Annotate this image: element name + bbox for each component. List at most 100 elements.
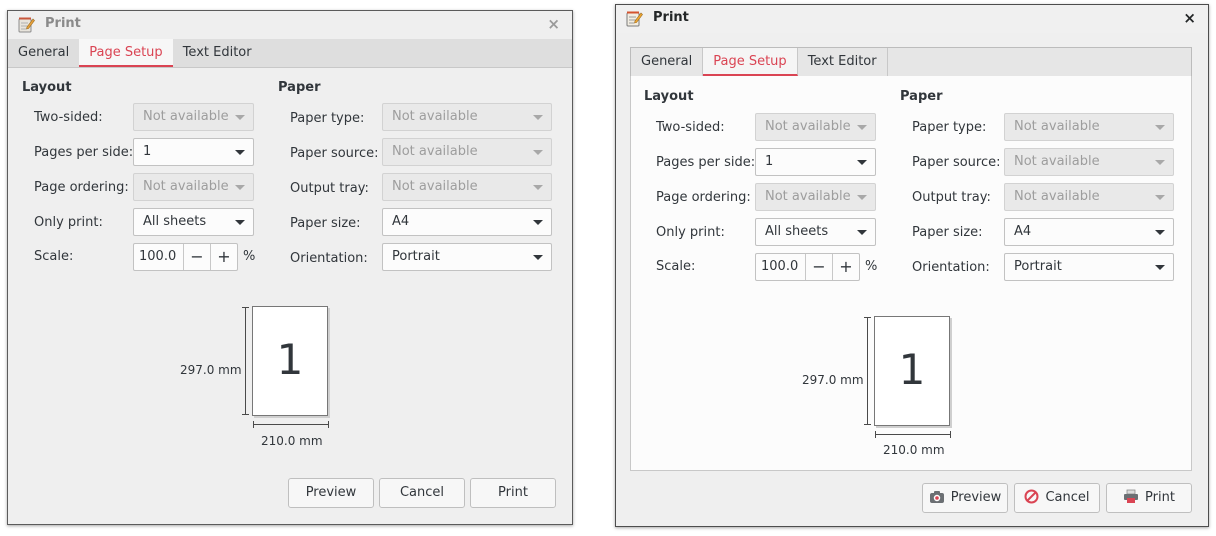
scale-decrement-button[interactable]: − [805, 254, 832, 280]
close-button[interactable]: × [1183, 9, 1196, 27]
page-height-label: 297.0 mm [802, 373, 864, 387]
scale-decrement-button[interactable]: − [183, 244, 210, 270]
output-tray-combo[interactable]: Not available [1004, 183, 1174, 211]
only-print-value: All sheets [143, 214, 207, 229]
tab-general[interactable]: General [8, 39, 79, 67]
scale-increment-button[interactable]: + [832, 254, 859, 280]
tab-page-setup[interactable]: Page Setup [703, 48, 798, 76]
tab-text-editor[interactable]: Text Editor [798, 48, 888, 76]
paper-source-combo[interactable]: Not available [1004, 148, 1174, 176]
two-sided-combo[interactable]: Not available [133, 103, 254, 131]
only-print-label: Only print: [656, 225, 725, 240]
orientation-label: Orientation: [912, 260, 990, 275]
cancel-circle-icon [1024, 489, 1039, 504]
chevron-down-icon [533, 185, 543, 190]
chevron-down-icon [1155, 265, 1165, 270]
tab-text-editor[interactable]: Text Editor [173, 39, 262, 67]
tab-general[interactable]: General [631, 48, 704, 76]
cancel-button[interactable]: Cancel [379, 478, 465, 508]
print-button[interactable]: Print [1106, 483, 1192, 513]
page-width-label: 210.0 mm [883, 443, 945, 457]
print-dialog-active: Print × General Page Setup Text Editor L… [615, 4, 1209, 527]
page-ordering-combo[interactable]: Not available [755, 183, 876, 211]
page-setup-panel: Layout Two-sided: Not available Pages pe… [8, 68, 572, 524]
scale-value[interactable]: 100.0 [756, 254, 805, 280]
orientation-value: Portrait [392, 249, 440, 264]
paper-source-label: Paper source: [912, 155, 1001, 170]
cancel-button-label: Cancel [1045, 490, 1090, 505]
width-tick-right [328, 421, 329, 428]
orientation-combo[interactable]: Portrait [1004, 253, 1174, 281]
chevron-down-icon [857, 230, 867, 235]
chevron-down-icon [857, 125, 867, 130]
only-print-combo[interactable]: All sheets [755, 218, 876, 246]
pages-per-side-value: 1 [143, 144, 152, 159]
only-print-combo[interactable]: All sheets [133, 208, 254, 236]
paper-type-combo[interactable]: Not available [1004, 113, 1174, 141]
scale-spinbox[interactable]: 100.0 − + [755, 253, 860, 281]
orientation-combo[interactable]: Portrait [382, 243, 552, 271]
page-ordering-combo[interactable]: Not available [133, 173, 254, 201]
preview-button-label: Preview [305, 485, 357, 500]
paper-size-value: A4 [392, 214, 410, 229]
pages-per-side-combo[interactable]: 1 [755, 148, 876, 176]
paper-size-combo[interactable]: A4 [1004, 218, 1174, 246]
chevron-down-icon [857, 160, 867, 165]
pages-per-side-label: Pages per side: [34, 145, 134, 160]
output-tray-combo[interactable]: Not available [382, 173, 552, 201]
page-height-label: 297.0 mm [180, 363, 242, 377]
chevron-down-icon [857, 195, 867, 200]
title-bar[interactable]: Print × [616, 5, 1208, 33]
notepad-pencil-icon [18, 17, 35, 33]
print-button[interactable]: Print [470, 478, 556, 508]
paper-heading: Paper [278, 80, 321, 95]
output-tray-value: Not available [1014, 189, 1100, 204]
output-tray-value: Not available [392, 179, 478, 194]
preview-button-label: Preview [950, 490, 1002, 505]
paper-size-combo[interactable]: A4 [382, 208, 552, 236]
orientation-label: Orientation: [290, 251, 368, 266]
cancel-button-label: Cancel [399, 485, 445, 500]
scale-value[interactable]: 100.0 [134, 244, 183, 270]
width-tick-right [950, 431, 951, 438]
page-width-label: 210.0 mm [261, 434, 323, 448]
chevron-down-icon [1155, 125, 1165, 130]
window-title: Print [653, 10, 689, 25]
window-title: Print [45, 16, 81, 31]
height-tick-bottom [242, 414, 249, 415]
tab-page-setup[interactable]: Page Setup [79, 39, 173, 67]
page-ordering-value: Not available [143, 179, 229, 194]
camera-preview-icon [929, 490, 944, 503]
page-preview-number: 1 [898, 345, 926, 394]
page-preview-number: 1 [276, 335, 304, 384]
pages-per-side-label: Pages per side: [656, 155, 756, 170]
scale-spinbox[interactable]: 100.0 − + [133, 243, 238, 271]
layout-heading: Layout [644, 89, 694, 104]
two-sided-combo[interactable]: Not available [755, 113, 876, 141]
page-preview: 1 [874, 316, 950, 426]
chevron-down-icon [533, 115, 543, 120]
title-bar[interactable]: Print × [8, 11, 572, 39]
close-button[interactable]: × [547, 15, 560, 33]
paper-source-label: Paper source: [290, 146, 379, 161]
paper-type-combo[interactable]: Not available [382, 103, 552, 131]
scale-label: Scale: [656, 259, 696, 274]
preview-button[interactable]: Preview [922, 483, 1008, 513]
tab-bar: General Page Setup Text Editor [630, 47, 1192, 77]
output-tray-label: Output tray: [912, 190, 991, 205]
pages-per-side-combo[interactable]: 1 [133, 138, 254, 166]
scale-increment-button[interactable]: + [210, 244, 237, 270]
cancel-button[interactable]: Cancel [1014, 483, 1100, 513]
preview-button[interactable]: Preview [288, 478, 374, 508]
two-sided-label: Two-sided: [34, 110, 103, 125]
chevron-down-icon [235, 220, 245, 225]
paper-size-value: A4 [1014, 224, 1032, 239]
chevron-down-icon [533, 150, 543, 155]
page-ordering-value: Not available [765, 189, 851, 204]
notepad-pencil-icon [626, 11, 643, 27]
paper-type-label: Paper type: [290, 111, 365, 126]
page-ordering-label: Page ordering: [34, 180, 129, 195]
two-sided-value: Not available [765, 119, 851, 134]
paper-source-combo[interactable]: Not available [382, 138, 552, 166]
output-tray-label: Output tray: [290, 181, 369, 196]
